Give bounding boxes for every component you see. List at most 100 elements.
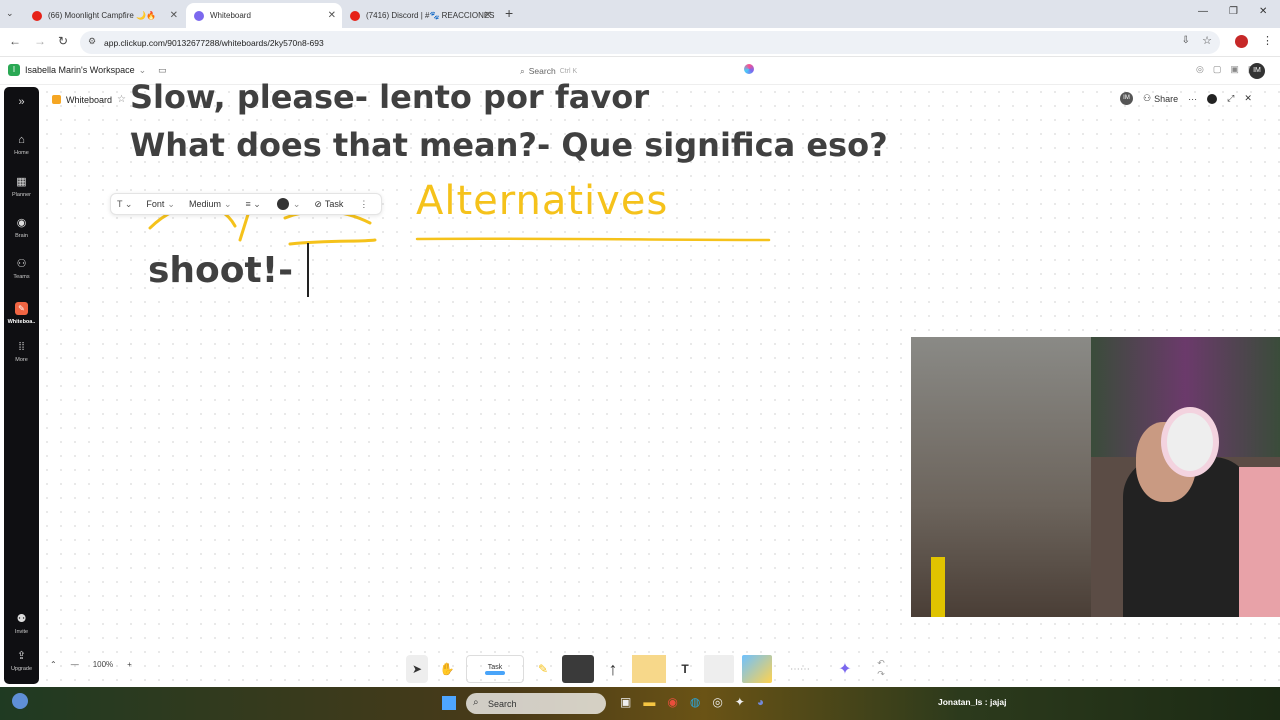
sticky-note-tool[interactable] xyxy=(632,655,666,683)
share-button[interactable]: ⚇ Share xyxy=(1143,93,1178,104)
chevron-down-icon[interactable]: ⌄ xyxy=(293,199,301,210)
close-icon[interactable]: ✕ xyxy=(1244,93,1252,104)
zoom-out-icon[interactable]: — xyxy=(71,660,79,669)
select-tool[interactable]: ➤ xyxy=(406,655,428,683)
calendar-icon[interactable]: ▭ xyxy=(158,65,167,76)
task-tool[interactable]: Task xyxy=(466,655,524,683)
text-type-icon[interactable]: T ⌄ xyxy=(117,199,132,210)
size-dropdown[interactable]: Medium ⌄ xyxy=(189,199,232,210)
global-search[interactable]: ⌕ Search Ctrl K xyxy=(520,63,760,79)
alternatives-heading[interactable]: Alternatives xyxy=(416,178,668,224)
taskbar-search[interactable]: ⌕ Search xyxy=(466,693,606,714)
collapse-up-icon[interactable]: ⌃ xyxy=(50,660,57,669)
profile-avatar[interactable] xyxy=(1235,35,1248,48)
sidebar-item-home[interactable]: ⌂ Home xyxy=(4,133,39,156)
zoom-in-icon[interactable]: + xyxy=(127,660,132,669)
url-text: app.clickup.com/90132677288/whiteboards/… xyxy=(104,37,324,48)
back-icon[interactable]: ← xyxy=(7,34,23,48)
undo-redo[interactable]: ↶ ↷ xyxy=(870,655,892,683)
page-title[interactable]: Whiteboard xyxy=(66,95,112,105)
site-info-icon[interactable]: ⚙ xyxy=(88,36,96,47)
workspace-switcher[interactable]: I Isabella Marin's Workspace ⌄ ▭ xyxy=(8,64,167,76)
note-line-shoot[interactable]: shoot!- xyxy=(148,250,293,291)
address-bar[interactable]: ⚙ app.clickup.com/90132677288/whiteboard… xyxy=(80,31,1220,54)
font-dropdown[interactable]: Font ⌄ xyxy=(146,199,175,210)
sidebar-upgrade[interactable]: ⇪ Upgrade xyxy=(4,649,39,672)
underline-stroke[interactable] xyxy=(414,234,774,244)
color-swatch[interactable] xyxy=(276,198,289,210)
obs-icon[interactable]: ◎ xyxy=(712,695,722,709)
close-icon[interactable]: ✕ xyxy=(328,10,336,21)
image-tool[interactable] xyxy=(742,655,772,683)
install-icon[interactable]: ⇩ xyxy=(1182,35,1190,46)
sidebar-invite[interactable]: ⚉ Invite xyxy=(4,612,39,635)
expand-icon[interactable]: ⤢ xyxy=(1227,93,1234,104)
templates-tool[interactable]: ⋯⋯ xyxy=(780,655,820,683)
record-icon[interactable] xyxy=(1207,93,1218,104)
folder-icon[interactable]: ▬ xyxy=(643,695,655,709)
tab-youtube[interactable]: (66) Moonlight Campfire 🌙🔥 ✕ xyxy=(24,3,184,28)
bookmark-star-icon[interactable]: ☆ xyxy=(1202,34,1212,47)
restore-icon[interactable]: ❐ xyxy=(1229,6,1238,17)
sidebar-item-whiteboards[interactable]: ✎ Whiteboa.. xyxy=(4,298,39,325)
sidebar-item-more[interactable]: ⁞⁞ More xyxy=(4,340,39,363)
sidebar-item-teams[interactable]: ⚇ Teams xyxy=(4,257,39,280)
grid-icon: ⁞⁞ xyxy=(18,341,25,353)
favorite-star-icon[interactable]: ☆ xyxy=(117,94,126,105)
whiteboard-icon: ✎ xyxy=(15,302,28,315)
text-format-toolbar: T ⌄ Font ⌄ Medium ⌄ ≡ ⌄ ⌄ ⊘ Task ⋮ xyxy=(110,193,382,215)
video-icon[interactable]: ▢ xyxy=(1213,64,1222,75)
zoom-level[interactable]: 100% xyxy=(93,660,113,669)
screen-icon[interactable]: ▣ xyxy=(1230,64,1239,75)
pen-tool[interactable]: ✎ xyxy=(532,655,554,683)
check-circle-icon[interactable]: ◎ xyxy=(1196,64,1204,75)
tab-search-icon[interactable]: ⌄ xyxy=(6,8,14,19)
forward-icon[interactable]: → xyxy=(32,34,48,48)
redo-icon[interactable]: ↷ xyxy=(877,669,885,680)
sidebar-item-label: Whiteboa.. xyxy=(7,319,36,325)
arrow-tool[interactable]: ↑ xyxy=(602,655,624,683)
hand-tool[interactable]: ✋ xyxy=(436,655,458,683)
tab-discord[interactable]: (7416) Discord | #🐾 REACCIONES ✕ xyxy=(342,3,498,28)
convert-to-task-button[interactable]: ⊘ Task xyxy=(314,199,343,210)
ai-brain-icon[interactable] xyxy=(744,64,754,74)
menu-kebab-icon[interactable]: ⋮ xyxy=(1262,34,1273,47)
more-options-icon[interactable]: ··· xyxy=(1188,94,1197,104)
chevron-down-icon: ⌄ xyxy=(223,198,232,209)
reload-icon[interactable]: ↻ xyxy=(55,34,71,48)
window-close-icon[interactable]: ✕ xyxy=(1259,6,1267,17)
user-avatar[interactable]: IM xyxy=(1249,63,1265,79)
collaborator-avatar[interactable]: IM xyxy=(1120,92,1133,105)
double-chevron-right-icon: » xyxy=(18,96,25,108)
task-view-icon[interactable]: ▣ xyxy=(620,695,631,709)
new-tab-icon[interactable]: + xyxy=(505,5,513,21)
minimize-icon[interactable]: — xyxy=(1198,6,1208,17)
close-icon[interactable]: ✕ xyxy=(484,10,492,21)
ai-tool[interactable]: ✦ xyxy=(828,655,862,683)
chrome-icon[interactable]: ◉ xyxy=(667,695,677,709)
edge-icon[interactable]: ◍ xyxy=(690,695,700,709)
tab-title: Whiteboard xyxy=(210,11,251,20)
sidebar-item-planner[interactable]: ▦ Planner xyxy=(4,175,39,198)
weather-icon[interactable] xyxy=(12,693,28,709)
undo-icon[interactable]: ↶ xyxy=(877,658,885,669)
drawing-toolbar: ➤ ✋ Task ✎ ↑ T ⋯⋯ ✦ ↶ ↷ xyxy=(400,643,920,683)
app-icon[interactable]: ✦ xyxy=(735,695,745,709)
frame-tool[interactable] xyxy=(704,655,734,683)
sidebar-collapse[interactable]: » xyxy=(4,95,39,109)
align-icon[interactable]: ≡ ⌄ xyxy=(246,199,261,210)
topbar-actions: ◎ ▢ ▣ ▦ xyxy=(1196,64,1256,75)
discord-icon[interactable]: ◕ xyxy=(757,695,764,709)
text-tool[interactable]: T xyxy=(674,655,696,683)
note-line-meaning[interactable]: What does that mean?- Que significa eso? xyxy=(130,126,888,164)
note-line-slow[interactable]: Slow, please- lento por favor xyxy=(130,78,649,116)
sidebar-item-brain[interactable]: ◉ Brain xyxy=(4,216,39,239)
windows-start-icon[interactable] xyxy=(442,696,456,710)
chair-image xyxy=(1239,467,1280,617)
chevron-down-icon: ⌄ xyxy=(138,64,147,75)
tab-whiteboard[interactable]: Whiteboard ✕ xyxy=(186,3,342,28)
close-icon[interactable]: ✕ xyxy=(170,10,178,21)
shape-tool[interactable] xyxy=(562,655,594,683)
clickup-icon xyxy=(194,10,204,21)
more-options-icon[interactable]: ⋮ xyxy=(359,199,368,210)
